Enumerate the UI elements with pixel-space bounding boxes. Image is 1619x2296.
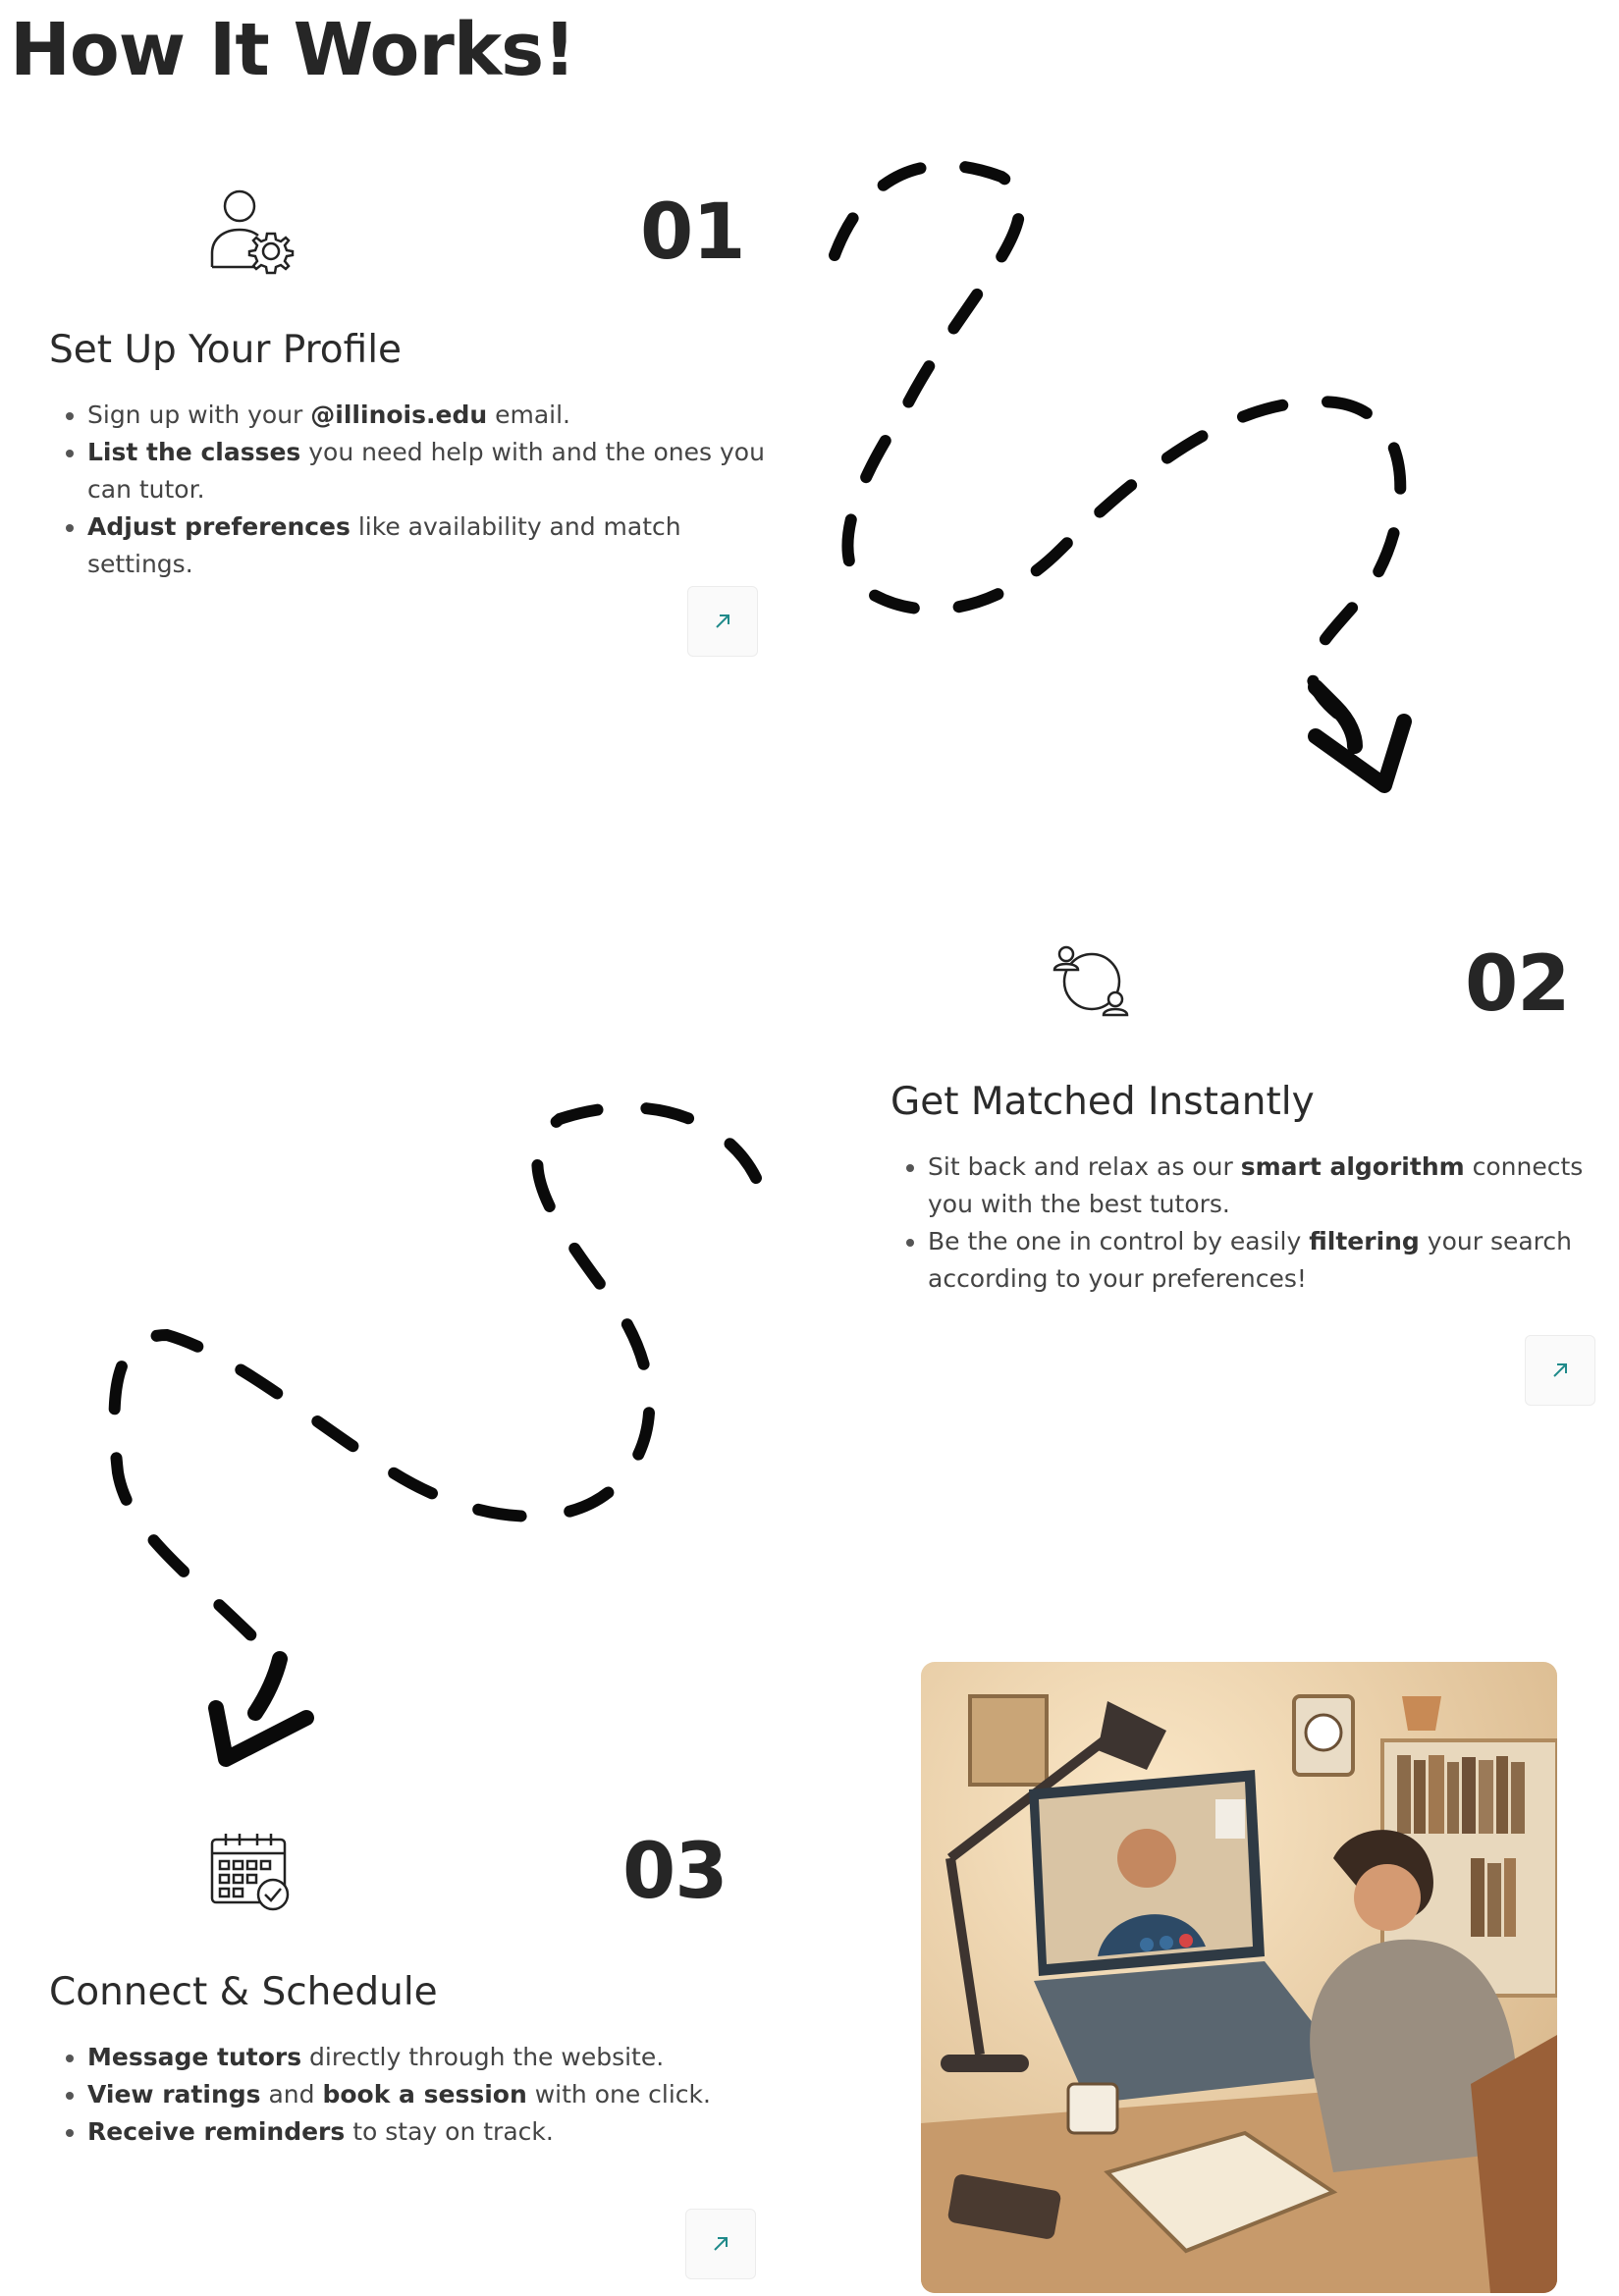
- step-bullet: List the classes you need help with and …: [87, 434, 765, 508]
- bullet-text: to stay on track.: [345, 2117, 554, 2146]
- bullet-bold-text: Receive reminders: [87, 2117, 346, 2146]
- bullet-bold-text: Adjust preferences: [87, 512, 351, 541]
- step-heading: Get Matched Instantly: [890, 1080, 1315, 1124]
- step-bullet-list: Sit back and relax as our smart algorith…: [891, 1148, 1605, 1298]
- step-number: 03: [622, 1828, 729, 1916]
- step-bullet: Message tutors directly through the webs…: [87, 2039, 765, 2076]
- user-gear-icon: [204, 185, 298, 279]
- step-link-button[interactable]: [685, 2209, 756, 2279]
- page-title: How It Works!: [10, 8, 576, 92]
- dashed-path-decoration: [829, 159, 1412, 793]
- step-link-button[interactable]: [1525, 1335, 1595, 1406]
- step-number: 02: [1465, 940, 1571, 1029]
- calendar-check-icon: [208, 1830, 293, 1914]
- bullet-bold-text: Message tutors: [87, 2043, 302, 2071]
- bullet-text: directly through the website.: [301, 2043, 665, 2071]
- bullet-text: with one click.: [526, 2080, 711, 2109]
- bullet-text: Sign up with your: [87, 400, 311, 429]
- step-bullet: Be the one in control by easily filterin…: [928, 1223, 1605, 1298]
- bullet-bold-text: filtering: [1309, 1227, 1420, 1255]
- dashed-path-decoration: [108, 1101, 762, 1767]
- bullet-text: and: [260, 2080, 323, 2109]
- step-bullet: Sit back and relax as our smart algorith…: [928, 1148, 1605, 1223]
- step-link-button[interactable]: [687, 586, 758, 657]
- arrow-up-right-icon: [1553, 1363, 1567, 1377]
- bullet-bold-text: smart algorithm: [1240, 1152, 1465, 1181]
- bullet-text: Sit back and relax as our: [928, 1152, 1241, 1181]
- step-bullet-list: Sign up with your @illinois.edu email.Li…: [51, 397, 765, 583]
- bullet-bold-text: List the classes: [87, 438, 301, 466]
- step-number: 01: [640, 188, 746, 277]
- arrow-up-right-icon: [716, 614, 729, 628]
- step-bullet: Receive reminders to stay on track.: [87, 2113, 765, 2151]
- step-bullet: View ratings and book a session with one…: [87, 2076, 765, 2113]
- bullet-text: email.: [487, 400, 570, 429]
- people-match-icon: [1051, 940, 1133, 1023]
- bullet-bold-text: book a session: [322, 2080, 527, 2109]
- bullet-bold-text: @illinois.edu: [310, 400, 488, 429]
- step-heading: Set Up Your Profile: [49, 328, 403, 372]
- step-bullet-list: Message tutors directly through the webs…: [51, 2039, 765, 2151]
- step-bullet: Adjust preferences like availability and…: [87, 508, 765, 583]
- step-heading: Connect & Schedule: [49, 1970, 438, 2014]
- arrow-up-right-icon: [714, 2237, 728, 2251]
- bullet-text: Be the one in control by easily: [928, 1227, 1310, 1255]
- step-bullet: Sign up with your @illinois.edu email.: [87, 397, 765, 434]
- bullet-bold-text: View ratings: [87, 2080, 261, 2109]
- student-video-call-illustration: [921, 1662, 1557, 2293]
